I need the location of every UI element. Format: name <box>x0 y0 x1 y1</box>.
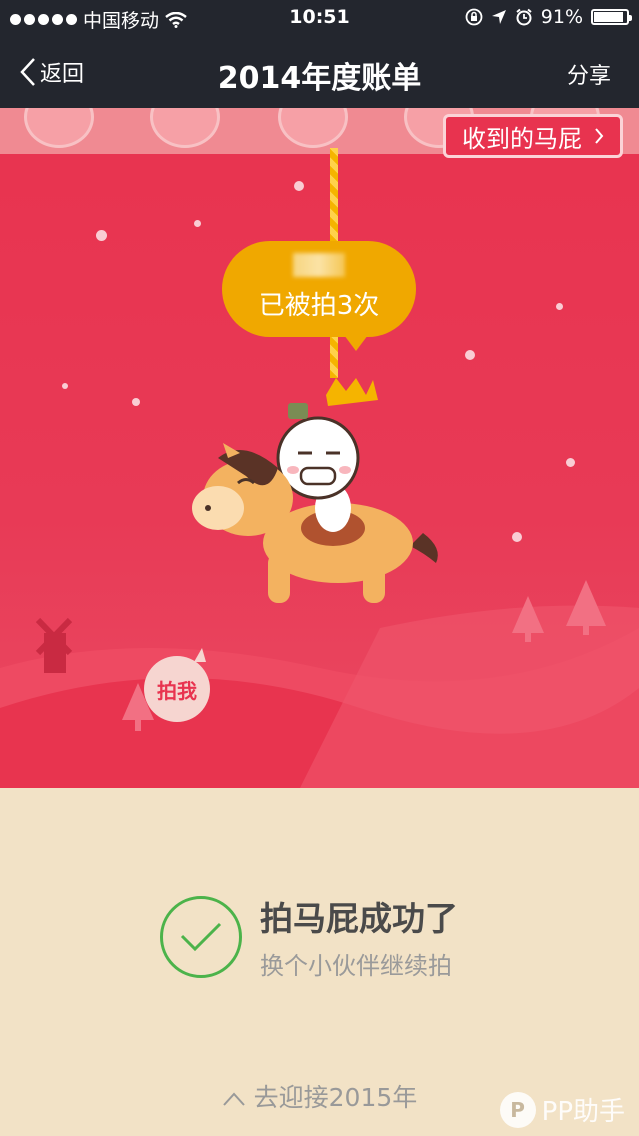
rotation-lock-icon <box>465 8 483 26</box>
alarm-icon <box>516 8 532 26</box>
status-right: 91% <box>465 6 632 28</box>
success-title: 拍马屁成功了 <box>260 899 458 938</box>
pp-logo-icon: P <box>499 1091 536 1128</box>
patted-count-label: 已被拍3次 <box>258 291 380 321</box>
battery-percent: 91% <box>540 6 583 28</box>
page-title: 2014年度账单 <box>217 61 422 96</box>
success-subtitle: 换个小伙伴继续拍 <box>260 952 452 980</box>
result-panel: 拍马屁成功了 换个小伙伴继续拍 去迎接2015年 P PP助手 <box>0 788 639 1136</box>
patted-count-bubble: 已被拍3次 <box>222 241 416 351</box>
next-year-label: 去迎接2015年 <box>253 1083 418 1112</box>
bill-scene: 收到的马屁 已被拍3次 拍我 <box>0 108 639 788</box>
pat-me-button[interactable]: 拍我 <box>144 648 210 722</box>
success-check-icon <box>160 895 242 978</box>
watermark-text: PP助手 <box>541 1097 625 1127</box>
battery-icon <box>591 9 632 25</box>
rider-on-horse-illustration[interactable] <box>188 358 448 618</box>
chevron-up-icon <box>222 1092 245 1106</box>
status-bar: 中国移动 10:51 91% <box>0 0 639 36</box>
nav-bar: 返回 2014年度账单 分享 <box>0 36 639 108</box>
watermark: P PP助手 <box>499 1091 625 1128</box>
location-icon <box>491 10 506 24</box>
success-message: 拍马屁成功了 换个小伙伴继续拍 <box>160 892 458 981</box>
share-button[interactable]: 分享 <box>567 58 611 90</box>
blurred-username <box>293 253 345 277</box>
